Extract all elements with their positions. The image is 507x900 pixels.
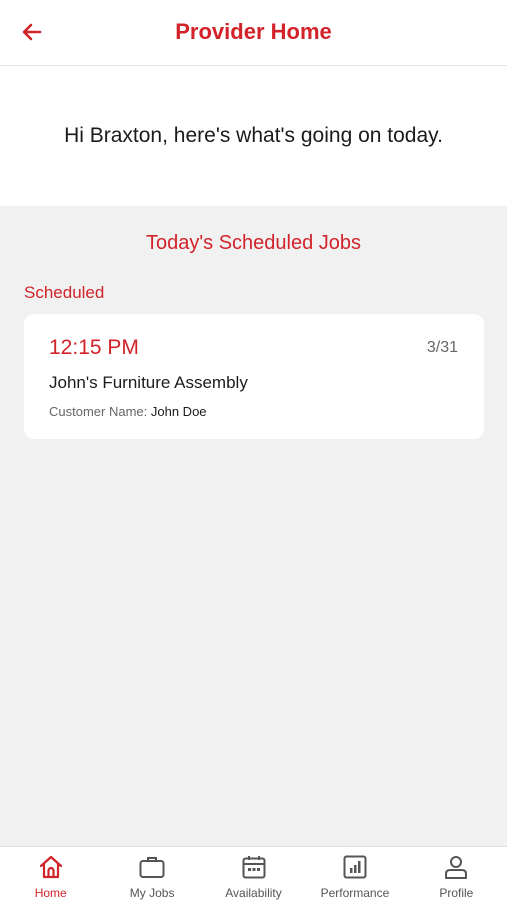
home-icon	[37, 853, 65, 880]
customer-name-value: John Doe	[150, 404, 207, 419]
user-icon	[442, 853, 470, 880]
bottom-navigation: Home My Jobs Availability Performance Pr…	[0, 846, 507, 900]
job-time: 12:15 PM	[49, 336, 139, 359]
scheduled-jobs-section: Today's Scheduled Jobs Scheduled 12:15 P…	[0, 206, 507, 846]
nav-item-availability[interactable]: Availability	[203, 847, 304, 900]
provider-home-screen: Provider Home Hi Braxton, here's what's …	[0, 0, 507, 900]
nav-label-home: Home	[34, 886, 67, 900]
greeting-section: Hi Braxton, here's what's going on today…	[0, 66, 507, 206]
job-card[interactable]: 12:15 PM 3/31 John's Furniture Assembly …	[24, 314, 484, 439]
job-date: 3/31	[426, 339, 458, 356]
customer-name-label: Customer Name:	[49, 404, 148, 419]
nav-label-performance: Performance	[320, 886, 390, 900]
nav-label-profile: Profile	[439, 886, 474, 900]
briefcase-icon	[138, 853, 166, 880]
job-customer: Customer Name: John Doe	[49, 404, 207, 419]
app-header: Provider Home	[0, 0, 507, 66]
calendar-icon	[240, 853, 268, 880]
nav-label-my-jobs: My Jobs	[129, 886, 175, 900]
greeting-text: Hi Braxton, here's what's going on today…	[64, 124, 443, 147]
status-group-label: Scheduled	[24, 283, 105, 302]
nav-label-availability: Availability	[225, 886, 282, 900]
section-title: Today's Scheduled Jobs	[145, 232, 362, 254]
bar-chart-icon	[341, 853, 369, 880]
nav-item-home[interactable]: Home	[0, 847, 101, 900]
nav-item-my-jobs[interactable]: My Jobs	[101, 847, 202, 900]
nav-item-profile[interactable]: Profile	[406, 847, 507, 900]
nav-item-performance[interactable]: Performance	[304, 847, 405, 900]
job-title: John's Furniture Assembly	[49, 373, 248, 392]
page-title: Provider Home	[175, 19, 332, 44]
